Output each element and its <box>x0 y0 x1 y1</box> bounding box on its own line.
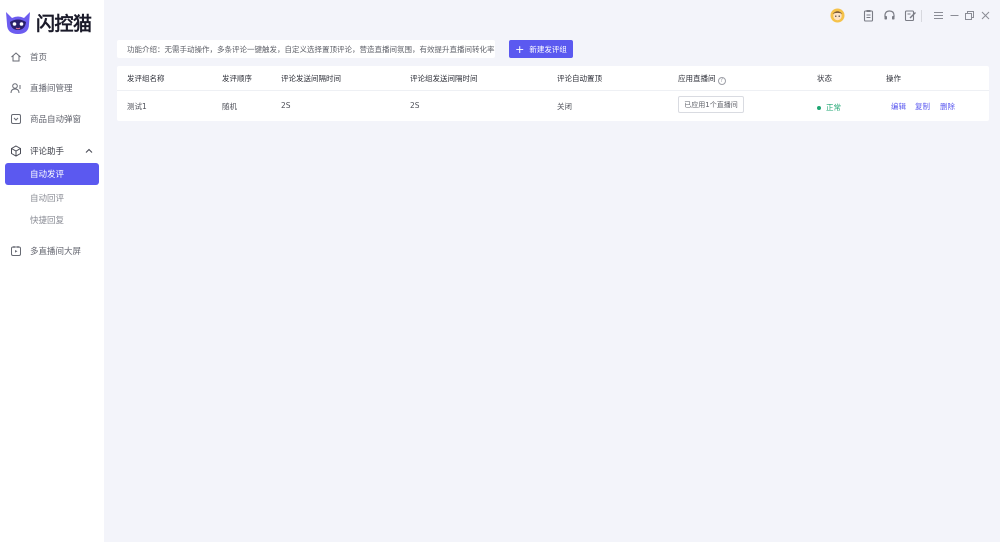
sidebar-subitem-label: 快捷回复 <box>30 216 65 226</box>
column-header: 发评组名称 <box>127 74 165 83</box>
sidebar-item-label: 评论助手 <box>30 147 65 157</box>
new-comment-group-label: 新建发评组 <box>529 44 567 54</box>
cell-group-name: 测试1 <box>127 102 147 111</box>
sidebar: 闪控猫 首页 直播间管理 商品自动弹窗 评论助手 自动发评 自动回评 快捷回复 … <box>0 0 104 542</box>
column-header: 应用直播间 <box>678 74 716 83</box>
help-icon[interactable]: ? <box>717 77 726 85</box>
delete-link[interactable]: 删除 <box>940 101 955 112</box>
new-comment-group-button[interactable]: + 新建发评组 <box>509 40 573 58</box>
minimize-icon[interactable] <box>948 9 961 22</box>
edit-icon[interactable] <box>904 9 917 22</box>
popup-icon <box>11 114 21 124</box>
plus-icon: + <box>515 42 525 56</box>
menu-icon[interactable] <box>932 9 945 22</box>
feature-intro-text: 功能介绍：无需手动操作，多条评论一键触发，自定义选择置顶评论，营造直播间氛围，有… <box>127 44 495 54</box>
status-badge: 正常 <box>817 102 841 113</box>
app-logo[interactable]: 闪控猫 <box>2 4 92 40</box>
column-header: 状态 <box>817 74 832 83</box>
headset-icon[interactable] <box>883 9 896 22</box>
sidebar-item-live-room-management[interactable]: 直播间管理 <box>0 76 104 100</box>
sidebar-item-label: 多直播间大屏 <box>30 247 82 257</box>
column-header: 评论组发送间隔时间 <box>410 74 478 83</box>
sidebar-subitem-label: 自动回评 <box>30 194 65 204</box>
sidebar-subitem-label: 自动发评 <box>30 170 65 180</box>
cell-comment-interval: 2S <box>281 101 291 110</box>
column-header: 操作 <box>886 74 901 83</box>
sidebar-item-home[interactable]: 首页 <box>0 45 104 69</box>
app-name: 闪控猫 <box>36 12 92 35</box>
user-icon <box>10 83 21 94</box>
sidebar-subitem-auto-comment[interactable]: 自动发评 <box>5 163 99 185</box>
cat-logo-icon <box>6 12 30 34</box>
sidebar-item-label: 商品自动弹窗 <box>30 115 82 125</box>
sidebar-item-multi-room-screen[interactable]: 多直播间大屏 <box>0 239 104 263</box>
header-divider <box>117 90 989 91</box>
cell-group-interval: 2S <box>410 101 420 110</box>
column-header: 评论自动置顶 <box>557 74 602 83</box>
column-header-with-help: 应用直播间? <box>678 73 726 85</box>
cell-order: 随机 <box>222 102 237 111</box>
toolbar-divider <box>921 10 922 22</box>
sidebar-subitem-quick-reply[interactable]: 快捷回复 <box>5 209 99 231</box>
sidebar-subitem-auto-reply[interactable]: 自动回评 <box>5 187 99 209</box>
chevron-up-icon[interactable] <box>84 146 94 156</box>
column-header: 评论发送间隔时间 <box>281 74 341 83</box>
clipboard-icon[interactable] <box>862 9 875 22</box>
status-text: 正常 <box>826 103 841 112</box>
edit-link[interactable]: 编辑 <box>891 101 906 112</box>
cell-auto-pin: 关闭 <box>557 102 572 111</box>
sidebar-item-label: 首页 <box>30 53 48 63</box>
avatar-icon[interactable] <box>830 8 845 23</box>
column-header: 发评顺序 <box>222 74 252 83</box>
screen-icon <box>11 246 21 256</box>
sidebar-item-product-popup[interactable]: 商品自动弹窗 <box>0 107 104 131</box>
copy-link[interactable]: 复制 <box>915 101 930 112</box>
sidebar-item-comment-assistant[interactable]: 评论助手 <box>0 139 104 163</box>
applied-rooms-label: 已应用1个直播间 <box>684 100 738 109</box>
sidebar-item-label: 直播间管理 <box>30 84 73 94</box>
close-icon[interactable] <box>979 9 992 22</box>
feature-intro: 功能介绍：无需手动操作，多条评论一键触发，自定义选择置顶评论，营造直播间氛围，有… <box>117 40 495 58</box>
applied-rooms-button[interactable]: 已应用1个直播间 <box>678 96 744 113</box>
cube-icon <box>11 145 21 157</box>
restore-icon[interactable] <box>963 9 976 22</box>
home-icon <box>11 52 21 62</box>
status-dot <box>817 105 821 110</box>
comment-group-table: 发评组名称 发评顺序 评论发送间隔时间 评论组发送间隔时间 评论自动置顶 应用直… <box>117 66 989 121</box>
